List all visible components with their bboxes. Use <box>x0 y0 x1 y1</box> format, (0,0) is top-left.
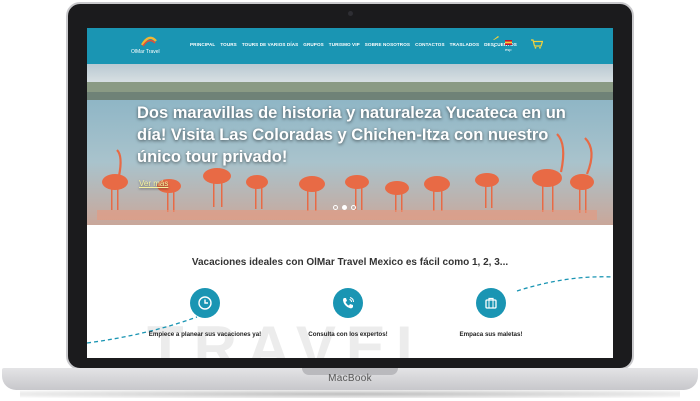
hero-more-link[interactable]: Ver más <box>139 179 168 188</box>
browser-screen: OlMar Travel PRINCIPAL TOURS TOURS DE VA… <box>87 28 613 358</box>
mexico-flag-icon[interactable] <box>505 40 512 45</box>
hero-slider[interactable]: Dos maravillas de historia y naturaleza … <box>87 64 613 225</box>
phone-icon <box>343 297 354 309</box>
step-pack-circle <box>476 288 506 318</box>
suitcase-icon <box>485 297 497 309</box>
laptop-shadow <box>20 390 680 398</box>
pencil-icon <box>493 36 499 40</box>
slider-dots <box>333 205 356 210</box>
step-pack-label: Empaca sus maletas! <box>459 331 523 338</box>
step-consult-label: Consulta con los expertos! <box>308 331 388 338</box>
menu-item-turismo-vip[interactable]: TURISMO VIP <box>329 42 360 47</box>
intro-section: TRAVEL Vacaciones ideales con OlMar Trav… <box>87 225 613 358</box>
device-label: MacBook <box>328 373 372 384</box>
chevron-down-icon[interactable]: ⌄ <box>492 42 497 49</box>
step-plan-label: Empiece a planear sus vacaciones ya! <box>148 331 262 338</box>
olmar-logo-icon[interactable] <box>141 35 157 47</box>
slider-dot-1[interactable] <box>333 205 338 210</box>
intro-tagline: Vacaciones ideales con OlMar Travel Mexi… <box>191 257 509 268</box>
step-consult-circle <box>333 288 363 318</box>
slider-dot-2[interactable] <box>342 205 347 210</box>
logo-text: OlMar Travel <box>131 49 160 55</box>
menu-item-principal[interactable]: PRINCIPAL <box>190 42 215 47</box>
hero-title: Dos maravillas de historia y naturaleza … <box>137 104 566 166</box>
menu-item-tours[interactable]: TOURS <box>220 42 237 47</box>
menu-item-sobre-nosotros[interactable]: SOBRE NOSOTROS <box>365 42 410 47</box>
clock-icon <box>198 296 212 310</box>
step-pack: Empaca sus maletas! <box>426 288 556 339</box>
camera <box>348 11 353 16</box>
step-plan: Empiece a planear sus vacaciones ya! <box>140 288 270 339</box>
slider-dot-3[interactable] <box>351 205 356 210</box>
menu-item-contactos[interactable]: CONTACTOS <box>415 42 445 47</box>
step-consult: Consulta con los expertos! <box>283 288 413 339</box>
site-navbar: OlMar Travel PRINCIPAL TOURS TOURS DE VA… <box>87 28 613 64</box>
main-menu: PRINCIPAL TOURS TOURS DE VARIOS DÍAS GRU… <box>190 42 522 47</box>
menu-item-grupos[interactable]: GRUPOS <box>303 42 324 47</box>
cart-icon[interactable] <box>531 39 543 49</box>
step-plan-circle <box>190 288 220 318</box>
language-label[interactable]: esp <box>505 47 511 52</box>
menu-item-descuentos[interactable]: DESCUENTOS <box>484 42 517 47</box>
menu-item-tours-varios-dias[interactable]: TOURS DE VARIOS DÍAS <box>242 42 298 47</box>
menu-item-traslados[interactable]: TRASLADOS <box>450 42 479 47</box>
